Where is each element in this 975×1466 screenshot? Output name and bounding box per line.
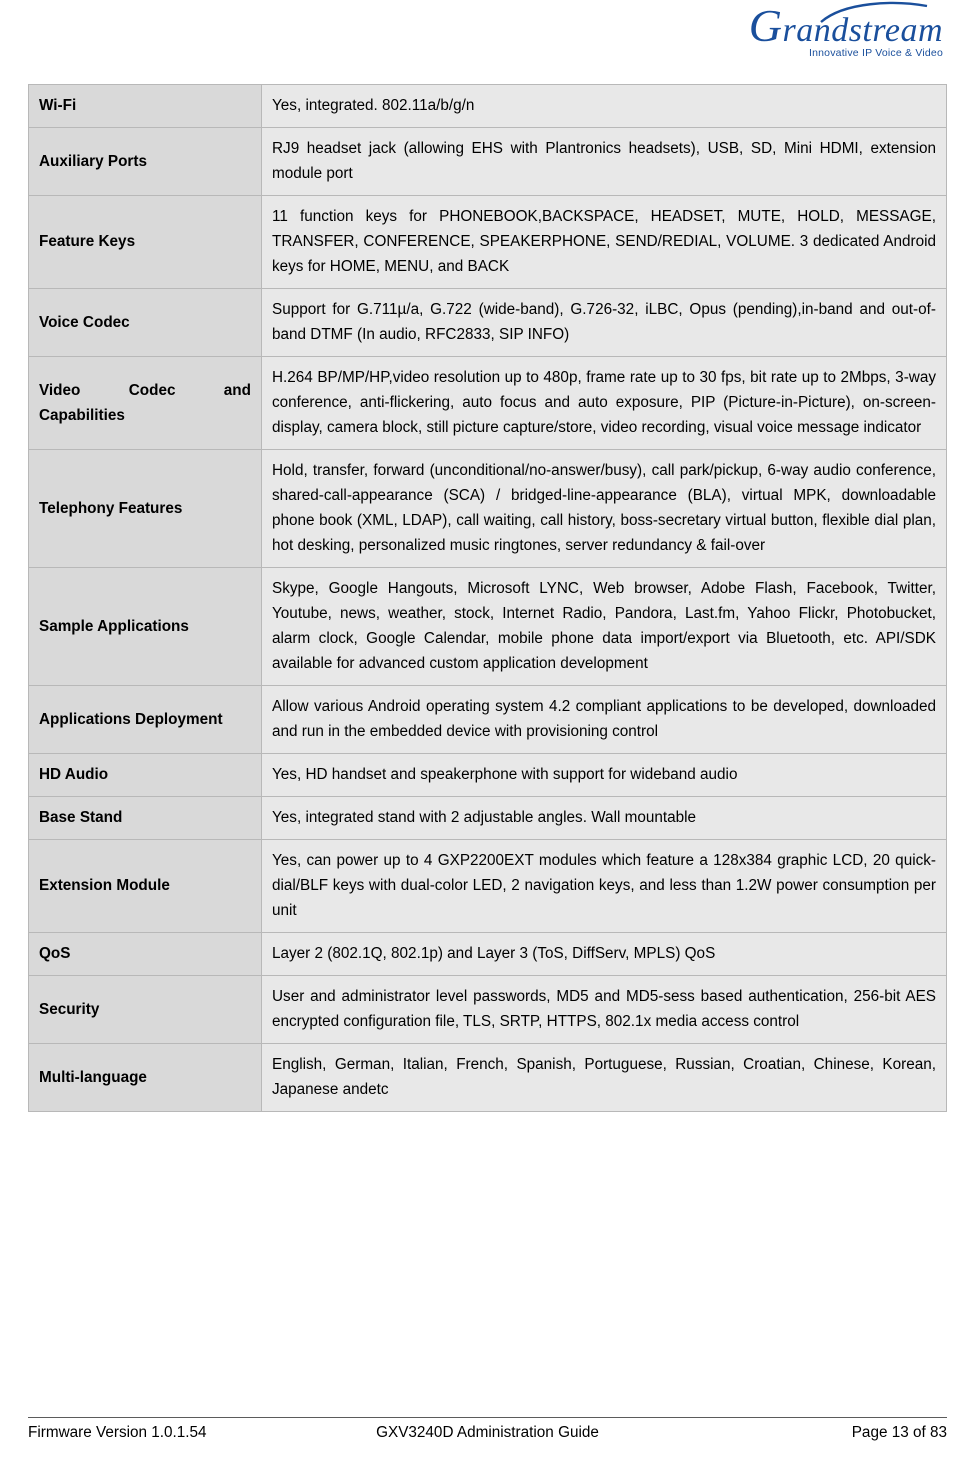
spec-value: Skype, Google Hangouts, Microsoft LYNC, …: [261, 567, 947, 686]
spec-value: Yes, can power up to 4 GXP2200EXT module…: [261, 839, 947, 933]
table-row: Base Stand Yes, integrated stand with 2 …: [28, 796, 947, 840]
footer-firmware-version: Firmware Version 1.0.1.54: [28, 1424, 207, 1441]
table-row: Feature Keys 11 function keys for PHONEB…: [28, 195, 947, 289]
page-header: Grandstream Innovative IP Voice & Video: [28, 0, 947, 84]
table-row: Auxiliary Ports RJ9 headset jack (allowi…: [28, 127, 947, 196]
logo-initial: G: [748, 0, 783, 51]
spec-label: Feature Keys: [28, 195, 262, 289]
footer-content: Firmware Version 1.0.1.54 GXV3240D Admin…: [28, 1424, 947, 1442]
footer-page-number: Page 13 of 83: [851, 1424, 947, 1441]
spec-label: QoS: [28, 932, 262, 976]
table-row: QoS Layer 2 (802.1Q, 802.1p) and Layer 3…: [28, 932, 947, 976]
spec-label: Multi-language: [28, 1043, 262, 1112]
specification-table: Wi-Fi Yes, integrated. 802.11a/b/g/n Aux…: [28, 84, 947, 1112]
logo-wordmark: Grandstream: [713, 3, 943, 51]
table-row: Video Codec and Capabilities H.264 BP/MP…: [28, 356, 947, 450]
spec-value: H.264 BP/MP/HP,video resolution up to 48…: [261, 356, 947, 450]
spec-value: Yes, HD handset and speakerphone with su…: [261, 753, 947, 797]
spec-label: Security: [28, 975, 262, 1044]
table-row: Applications Deployment Allow various An…: [28, 685, 947, 754]
spec-label: Voice Codec: [28, 288, 262, 357]
spec-label: Video Codec and Capabilities: [28, 356, 262, 450]
spec-value: User and administrator level passwords, …: [261, 975, 947, 1044]
spec-label: Base Stand: [28, 796, 262, 840]
footer-divider: [28, 1417, 947, 1418]
spec-label: Applications Deployment: [28, 685, 262, 754]
page-footer: Firmware Version 1.0.1.54 GXV3240D Admin…: [28, 1417, 947, 1442]
spec-value: Allow various Android operating system 4…: [261, 685, 947, 754]
grandstream-logo: Grandstream Innovative IP Voice & Video: [713, 3, 943, 60]
logo-tagline: Innovative IP Voice & Video: [808, 47, 943, 59]
table-row: Telephony Features Hold, transfer, forwa…: [28, 449, 947, 568]
logo-main-text: randstream: [782, 12, 943, 49]
spec-label: Wi-Fi: [28, 84, 262, 128]
spec-value: Hold, transfer, forward (unconditional/n…: [261, 449, 947, 568]
table-row: Wi-Fi Yes, integrated. 802.11a/b/g/n: [28, 84, 947, 128]
table-row: Extension Module Yes, can power up to 4 …: [28, 839, 947, 933]
spec-label: HD Audio: [28, 753, 262, 797]
spec-value: Yes, integrated. 802.11a/b/g/n: [261, 84, 947, 128]
spec-value: Yes, integrated stand with 2 adjustable …: [261, 796, 947, 840]
document-page: Grandstream Innovative IP Voice & Video …: [0, 0, 975, 1466]
table-row: Security User and administrator level pa…: [28, 975, 947, 1044]
spec-value: RJ9 headset jack (allowing EHS with Plan…: [261, 127, 947, 196]
spec-value: Support for G.711µ/a, G.722 (wide-band),…: [261, 288, 947, 357]
table-row: Sample Applications Skype, Google Hangou…: [28, 567, 947, 686]
table-row: Voice Codec Support for G.711µ/a, G.722 …: [28, 288, 947, 357]
spec-value: English, German, Italian, French, Spanis…: [261, 1043, 947, 1112]
table-row: HD Audio Yes, HD handset and speakerphon…: [28, 753, 947, 797]
table-row: Multi-language English, German, Italian,…: [28, 1043, 947, 1112]
spec-value: Layer 2 (802.1Q, 802.1p) and Layer 3 (To…: [261, 932, 947, 976]
spec-label: Telephony Features: [28, 449, 262, 568]
spec-label: Auxiliary Ports: [28, 127, 262, 196]
spec-label: Extension Module: [28, 839, 262, 933]
spec-label: Sample Applications: [28, 567, 262, 686]
specification-table-body: Wi-Fi Yes, integrated. 802.11a/b/g/n Aux…: [28, 84, 947, 1112]
spec-value: 11 function keys for PHONEBOOK,BACKSPACE…: [261, 195, 947, 289]
